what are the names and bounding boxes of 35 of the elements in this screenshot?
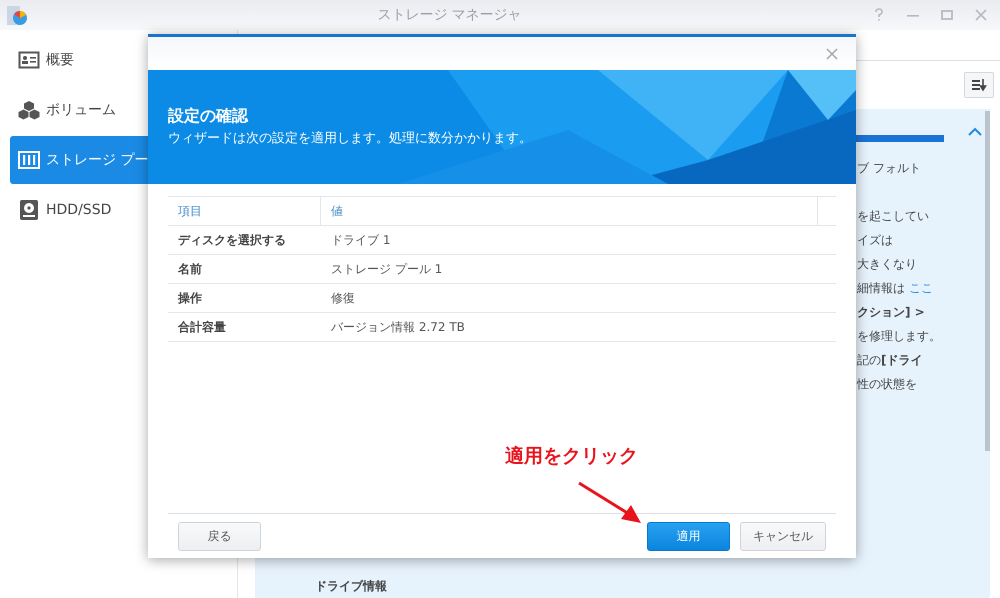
help-text: を起こしてい xyxy=(857,208,930,225)
table-cell-text: 操作 xyxy=(176,290,203,306)
close-icon[interactable] xyxy=(826,48,838,60)
table-cell-text: 名前 xyxy=(176,260,203,278)
sidebar-item[interactable]: 概要 xyxy=(10,36,237,84)
app-icon xyxy=(5,3,29,27)
table-cell-text: ストレージ プール 1 xyxy=(330,260,444,278)
field-label: ドライブ情報 xyxy=(315,578,388,595)
sort-icon xyxy=(971,78,987,92)
help-text: を修理します。 xyxy=(857,328,942,345)
dialog-button[interactable]: キャンセル xyxy=(740,522,826,551)
help-text: クション] > xyxy=(857,304,926,321)
table-cell-text: ドライブ 1 xyxy=(330,232,392,248)
help-text: イズは xyxy=(857,232,894,249)
table-cell-text: ディスクを選択する xyxy=(177,232,287,248)
annotation-arrow xyxy=(577,481,643,525)
table-cell-text: バージョン情報 2.72 TB xyxy=(330,318,466,336)
annotation-text: 適用をクリック xyxy=(505,444,638,469)
dialog-button[interactable]: 戻る xyxy=(178,522,261,551)
column-header: 項目 xyxy=(177,203,203,220)
chevron-up-icon[interactable] xyxy=(968,127,982,136)
dialog-title: 設定の確認 xyxy=(168,106,250,127)
cubes-icon xyxy=(18,99,40,121)
help-text: 性の状態を xyxy=(857,376,918,393)
column-header: 値 xyxy=(320,197,818,225)
window-title: ストレージ マネージャ xyxy=(376,6,523,24)
drive-bays-icon xyxy=(18,149,40,171)
table-cell-text: 修復 xyxy=(330,290,356,306)
id-card-icon xyxy=(18,49,40,71)
help-text: 記の[ドライ xyxy=(857,352,924,369)
sort-button[interactable] xyxy=(964,72,994,98)
help-text: 大きくなり xyxy=(857,256,918,273)
help-text: ブ フォルト xyxy=(857,160,922,177)
scrollbar[interactable] xyxy=(985,111,990,451)
table-cell-text: 合計容量 xyxy=(177,318,227,336)
